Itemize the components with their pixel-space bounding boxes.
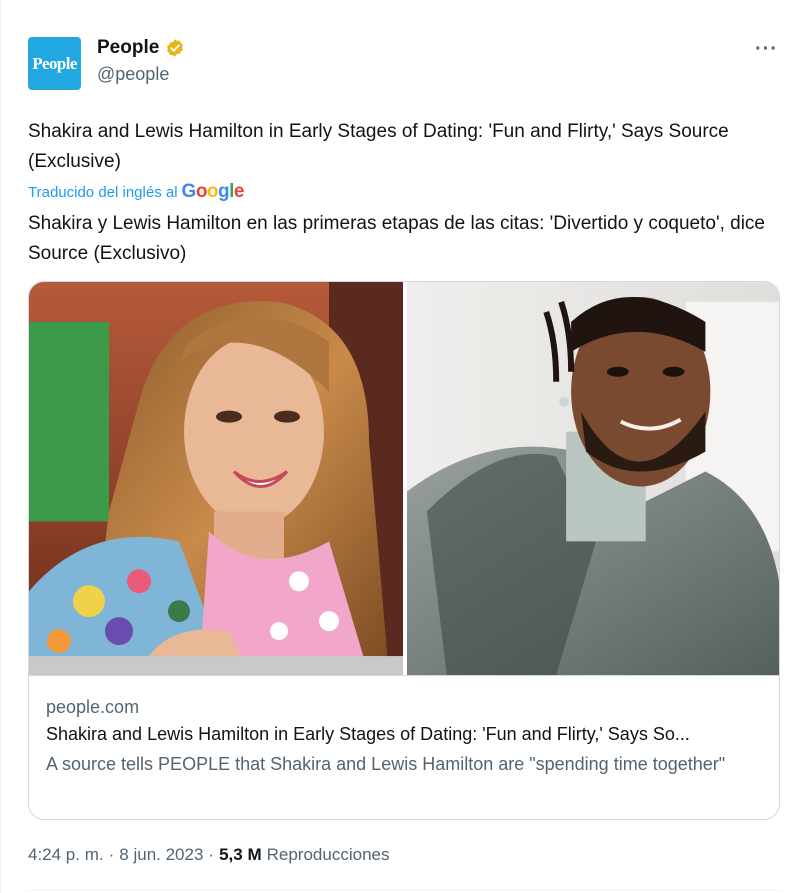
separator-dot: · <box>108 845 115 864</box>
tweet-text: Shakira and Lewis Hamilton in Early Stag… <box>28 121 729 172</box>
card-title: Shakira and Lewis Hamilton in Early Stag… <box>46 724 690 744</box>
hamilton-photo <box>407 282 779 675</box>
link-card[interactable]: people.com Shakira and Lewis Hamilton in… <box>28 281 780 820</box>
card-description: A source tells PEOPLE that Shakira and L… <box>46 754 726 774</box>
avatar[interactable]: People <box>28 37 81 90</box>
tweet-date[interactable]: 8 jun. 2023 <box>119 845 203 865</box>
author-block: People @people <box>97 36 185 85</box>
author-name[interactable]: People <box>97 37 159 59</box>
divider <box>28 890 780 891</box>
shakira-photo <box>29 282 403 675</box>
card-domain: people.com <box>46 697 140 717</box>
google-logo: Google <box>181 181 245 202</box>
translated-text: Shakira y Lewis Hamilton en las primeras… <box>28 213 765 264</box>
tweet-time[interactable]: 4:24 p. m. <box>28 845 104 865</box>
more-options-icon[interactable]: ··· <box>755 38 778 61</box>
author-handle[interactable]: @people <box>97 64 185 85</box>
views-label: Reproducciones <box>266 845 390 864</box>
card-image[interactable] <box>29 282 779 676</box>
tweet-timestamp: 4:24 p. m. · 8 jun. 2023 · 5,3 M Reprodu… <box>28 845 389 865</box>
card-meta: people.com Shakira and Lewis Hamilton in… <box>29 676 779 778</box>
tweet: People People @people ··· Shakira and Le… <box>0 0 800 893</box>
avatar-logo-text: People <box>32 53 77 73</box>
separator-dot: · <box>208 845 215 864</box>
translated-by-link[interactable]: Traducido del inglés al Google <box>28 181 245 203</box>
translated-label: Traducido del inglés al <box>28 183 178 201</box>
verified-badge-icon[interactable] <box>165 38 185 58</box>
author-name-row: People <box>97 36 185 60</box>
views-count: 5,3 M <box>219 845 262 864</box>
